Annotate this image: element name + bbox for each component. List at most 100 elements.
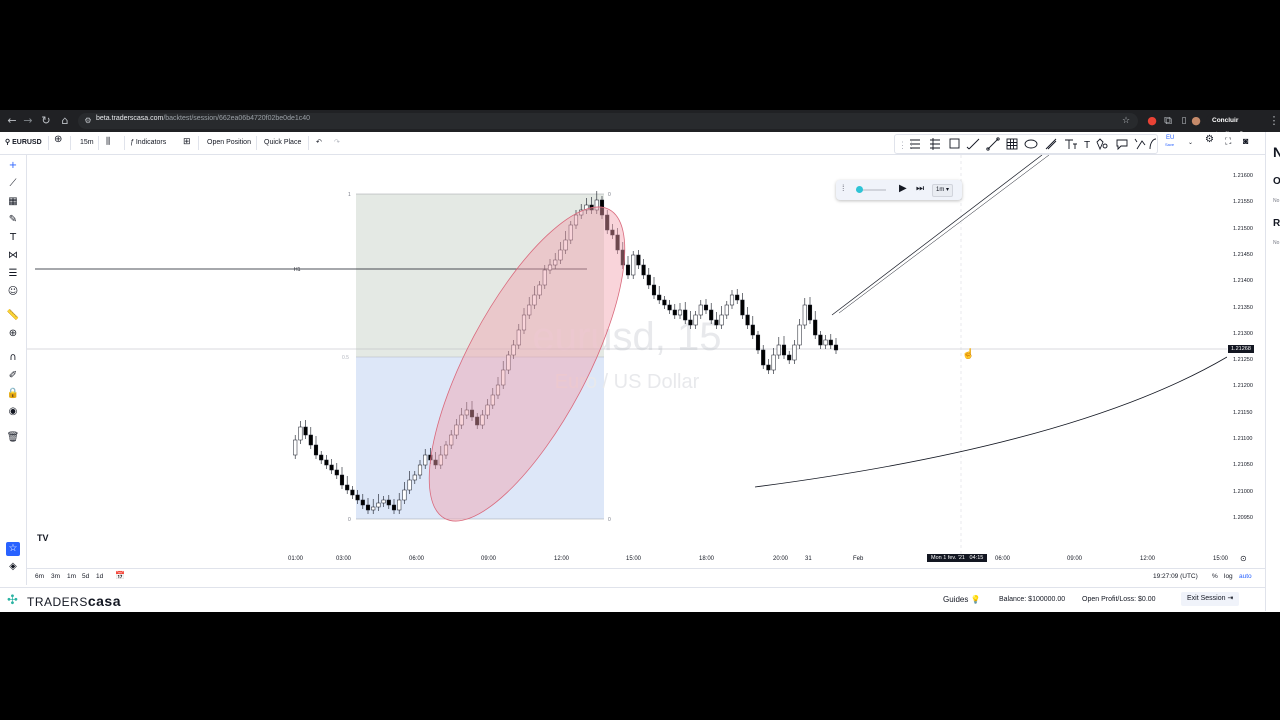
brand-logo-icon: ✣ <box>7 592 18 607</box>
layers-icon[interactable]: ◈ <box>6 560 20 574</box>
open-position-button[interactable]: Open Position <box>207 137 251 149</box>
price-tick-label: 1.21500 <box>1233 225 1253 232</box>
goto-date-icon[interactable]: 📅 <box>115 571 125 580</box>
address-bar[interactable]: ⚙ beta.traderscasa.com/backtest/session/… <box>78 113 1138 129</box>
fib-grid-icon[interactable]: ▦ <box>6 195 20 209</box>
price-tick-label: 1.21150 <box>1233 409 1253 416</box>
candle-body <box>787 354 792 361</box>
drag-handle-icon[interactable]: ⁞ <box>842 183 845 193</box>
camera-icon[interactable]: ◙ <box>1243 135 1248 147</box>
candle-body <box>298 426 303 441</box>
range-6m[interactable]: 6m <box>35 573 44 580</box>
price-axis[interactable]: 1.21600 1.21550 1.21500 1.21450 1.21400 1.213… <box>1227 155 1265 563</box>
candles-style-icon[interactable]: ⫼ <box>106 135 110 147</box>
chevron-down-icon[interactable]: ⌄ <box>1188 137 1193 149</box>
price-tick-label: 1.21000 <box>1233 488 1253 495</box>
panel-letter-3: No <box>1273 198 1280 204</box>
ruler-icon[interactable]: 📏 <box>6 309 20 323</box>
fullscreen-icon[interactable]: ⛶ <box>1225 135 1231 147</box>
eye-icon[interactable]: ◉ <box>6 405 20 419</box>
range-3m[interactable]: 3m <box>51 573 60 580</box>
divider <box>124 136 125 150</box>
price-tick-label: 1.21100 <box>1233 436 1253 442</box>
time-tick-label: 03:00 <box>336 556 352 562</box>
browser-menu-icon[interactable]: ⋮ <box>1266 113 1280 129</box>
divider <box>198 136 199 150</box>
step-forward-icon[interactable]: ⏭ <box>916 183 924 194</box>
trash-icon[interactable]: 🗑 <box>6 431 20 445</box>
lock-icon[interactable]: 🔒 <box>6 387 20 401</box>
range-1d[interactable]: 1d <box>96 573 103 580</box>
log-toggle[interactable]: log <box>1224 573 1233 580</box>
favorites-star-icon[interactable]: ☆ <box>6 542 20 556</box>
candle-body <box>631 254 636 276</box>
text-icon[interactable]: T <box>6 231 20 245</box>
trend-line-2[interactable] <box>838 155 1050 314</box>
fib-label-mid: 0.5 <box>342 355 349 361</box>
trend-line-1[interactable] <box>831 155 1043 316</box>
crosshair-icon[interactable]: + <box>6 159 20 173</box>
emoji-icon[interactable]: ☺ <box>6 285 20 299</box>
candle-body <box>329 464 334 471</box>
replay-slider-thumb[interactable] <box>856 186 863 193</box>
candle-body <box>308 434 313 446</box>
undo-icon[interactable]: ↶ <box>316 137 322 149</box>
candle-body <box>386 499 391 506</box>
time-tick-label: 09:00 <box>1067 556 1083 562</box>
play-icon[interactable]: ▶ <box>899 183 907 194</box>
candle-body <box>672 309 677 316</box>
symbol-label: EURUSD <box>12 139 42 146</box>
back-icon[interactable]: ← <box>4 113 20 129</box>
price-chart[interactable]: 1 0.5 0 0 0 eurusd, 15 Euro / US Dollar … <box>27 155 1227 563</box>
trendline-icon[interactable]: ⟋ <box>6 177 20 191</box>
brush-icon[interactable]: ✎ <box>6 213 20 227</box>
panel-letter-1: N <box>1273 144 1280 160</box>
forward-icon[interactable]: → <box>20 113 36 129</box>
redo-icon[interactable]: ↷ <box>334 137 340 149</box>
zoom-in-icon[interactable]: ⊕ <box>6 327 20 341</box>
time-axis[interactable]: 01:00 03:00 06:00 09:00 12:00 15:00 18:00 20:00… <box>27 553 1265 567</box>
app-footer: ✣ TRADERScasa Guides 💡 Balance: $100000.… <box>0 587 1280 612</box>
range-5d[interactable]: 5d <box>82 573 89 580</box>
bookmark-star-icon[interactable]: ☆ <box>1118 113 1134 129</box>
auto-toggle[interactable]: auto <box>1239 573 1252 580</box>
time-axis-settings-icon[interactable]: ⊙ <box>1240 554 1247 563</box>
pencil-lock-icon[interactable]: ✐ <box>6 369 20 383</box>
magnet-icon[interactable]: ∩ <box>6 351 20 365</box>
exit-session-button[interactable]: Exit Session ⇥ <box>1181 592 1240 606</box>
indicators-button[interactable]: ƒ Indicators <box>130 137 166 149</box>
candle-body <box>371 506 376 511</box>
profile-avatar[interactable]: ● <box>1188 113 1204 129</box>
time-tick-label: Feb <box>853 556 864 562</box>
settings-gear-icon[interactable]: ⚙ <box>1205 134 1214 146</box>
home-icon[interactable]: ⌂ <box>57 113 73 129</box>
range-1m[interactable]: 1m <box>67 573 76 580</box>
symbol-search[interactable]: ⚲ EURUSD <box>5 137 42 149</box>
trading-app: ⚲ EURUSD ⊕ 15m ⫼ ƒ Indicators ⊞ Open Pos… <box>0 132 1280 612</box>
quick-place-button[interactable]: Quick Place <box>264 137 301 149</box>
utc-clock[interactable]: 19:27:09 (UTC) <box>1153 573 1198 580</box>
layout-grid-icon[interactable]: ⊞ <box>183 135 191 147</box>
chart-canvas[interactable]: 1 0.5 0 0 0 eurusd, 15 Euro / US Dollar … <box>27 155 1227 563</box>
adblock-icon[interactable]: ● <box>1144 113 1160 129</box>
guides-button[interactable]: Guides 💡 <box>943 595 981 604</box>
chart-bottom-toolbar: 6m 3m 1m 5d 1d 📅 19:27:09 (UTC) % log au… <box>27 568 1265 587</box>
drawing-tools-icons[interactable]: ⋮⋮ T <box>895 135 1157 153</box>
flag-label[interactable]: EU <box>1166 134 1174 142</box>
curve-drawing[interactable] <box>754 356 1227 488</box>
compare-plus-icon[interactable]: ⊕ <box>54 134 62 146</box>
replay-speed-select[interactable]: 1m ▾ <box>932 184 954 197</box>
candle-body <box>407 479 412 491</box>
divider <box>70 136 71 150</box>
candle-body <box>651 284 657 296</box>
interval-button[interactable]: 15m <box>80 137 94 149</box>
extensions-icon[interactable]: ⧉ <box>1160 113 1176 129</box>
candle-body <box>792 344 797 361</box>
site-info-icon[interactable]: ⚙ <box>80 113 96 129</box>
time-tick-label: 09:00 <box>481 556 497 562</box>
percent-toggle[interactable]: % <box>1212 573 1218 580</box>
crosshair-time-badge: Mon 1 fev. '21 04:15 <box>927 554 988 562</box>
pattern-icon[interactable]: ⋈ <box>6 249 20 263</box>
reload-icon[interactable]: ↻ <box>38 113 54 129</box>
forecast-icon[interactable]: ☰ <box>6 267 20 281</box>
